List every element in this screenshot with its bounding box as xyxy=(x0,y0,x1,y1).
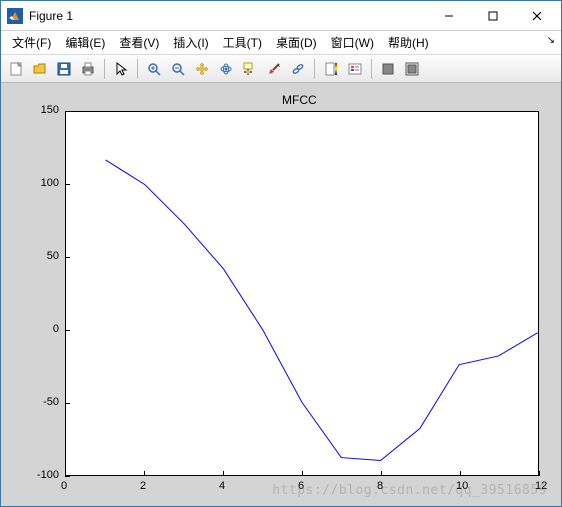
x-tick-label: 2 xyxy=(140,480,146,492)
x-tick-label: 0 xyxy=(61,480,67,492)
x-tick-label: 4 xyxy=(219,480,225,492)
x-tick-label: 8 xyxy=(377,480,383,492)
matlab-icon xyxy=(7,8,23,24)
insert-colorbar-button[interactable] xyxy=(320,58,342,80)
minimize-button[interactable] xyxy=(427,2,471,30)
line-plot xyxy=(66,112,538,475)
menu-insert[interactable]: 插入(I) xyxy=(166,31,215,54)
figure-window: Figure 1 文件(F) 编辑(E) 查看(V) 插入(I) 工具(T) 桌… xyxy=(0,0,562,507)
menubar-overflow-icon[interactable]: ↘ xyxy=(547,35,555,46)
menu-desktop[interactable]: 桌面(D) xyxy=(269,31,324,54)
axes[interactable] xyxy=(65,111,539,476)
insert-legend-button[interactable] xyxy=(344,58,366,80)
chart-title: MFCC xyxy=(282,93,317,107)
zoom-out-button[interactable] xyxy=(167,58,189,80)
toolbar-separator xyxy=(371,59,372,79)
toolbar xyxy=(1,55,561,83)
pointer-button[interactable] xyxy=(110,58,132,80)
dock-figure-button[interactable] xyxy=(401,58,423,80)
titlebar: Figure 1 xyxy=(1,1,561,31)
y-tick-label: -50 xyxy=(19,396,59,408)
maximize-button[interactable] xyxy=(471,2,515,30)
x-tick-label: 12 xyxy=(535,480,547,492)
menu-tools[interactable]: 工具(T) xyxy=(216,31,269,54)
toolbar-separator xyxy=(137,59,138,79)
plot-area: MFCC 024681012-100-50050100150 https://b… xyxy=(1,83,561,506)
close-button[interactable] xyxy=(515,2,559,30)
y-tick-label: 150 xyxy=(19,104,59,116)
toolbar-separator xyxy=(104,59,105,79)
menu-window[interactable]: 窗口(W) xyxy=(324,31,381,54)
watermark-text: https://blog.csdn.net/qq_39516859 xyxy=(272,483,547,498)
menubar: 文件(F) 编辑(E) 查看(V) 插入(I) 工具(T) 桌面(D) 窗口(W… xyxy=(1,31,561,55)
toolbar-separator xyxy=(314,59,315,79)
data-cursor-button[interactable] xyxy=(239,58,261,80)
hide-tools-button[interactable] xyxy=(377,58,399,80)
x-tick-label: 10 xyxy=(456,480,468,492)
new-figure-button[interactable] xyxy=(5,58,27,80)
x-tick-label: 6 xyxy=(298,480,304,492)
menu-file[interactable]: 文件(F) xyxy=(5,31,58,54)
y-tick-label: 100 xyxy=(19,177,59,189)
window-title: Figure 1 xyxy=(29,9,73,23)
y-tick-label: 0 xyxy=(19,323,59,335)
menu-edit[interactable]: 编辑(E) xyxy=(58,31,112,54)
open-file-button[interactable] xyxy=(29,58,51,80)
menu-view[interactable]: 查看(V) xyxy=(112,31,166,54)
save-button[interactable] xyxy=(53,58,75,80)
y-tick-label: 50 xyxy=(19,250,59,262)
menu-help[interactable]: 帮助(H) xyxy=(381,31,436,54)
y-tick-label: -100 xyxy=(19,469,59,481)
print-button[interactable] xyxy=(77,58,99,80)
zoom-in-button[interactable] xyxy=(143,58,165,80)
pan-button[interactable] xyxy=(191,58,213,80)
link-plot-button[interactable] xyxy=(287,58,309,80)
brush-button[interactable] xyxy=(263,58,285,80)
rotate-3d-button[interactable] xyxy=(215,58,237,80)
